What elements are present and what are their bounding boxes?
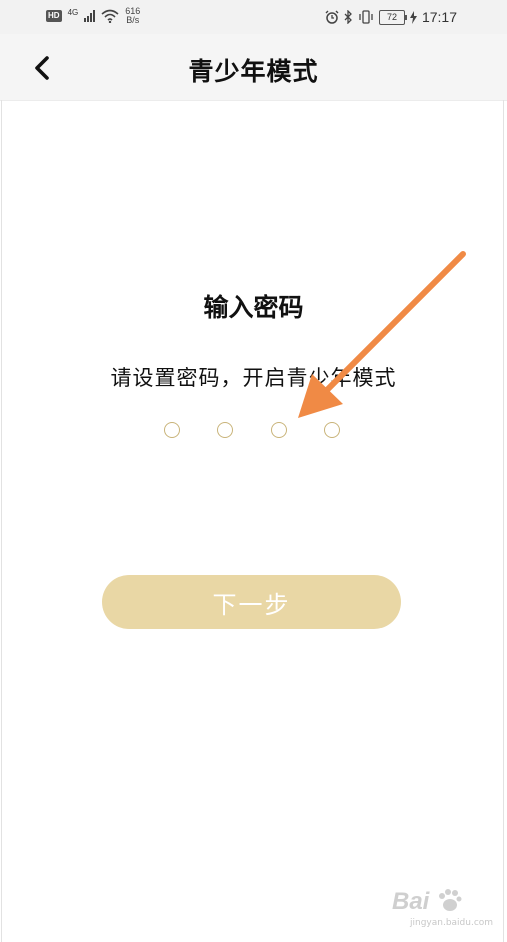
page-border-left	[1, 100, 2, 942]
pin-input[interactable]	[164, 422, 340, 442]
speed-unit: B/s	[126, 15, 140, 25]
bluetooth-icon	[344, 10, 352, 24]
vibrate-icon	[359, 10, 373, 24]
next-step-button[interactable]: 下一步	[102, 575, 401, 629]
watermark: Bai jingyan.baidu.com	[392, 888, 497, 934]
watermark-logo: Bai	[392, 888, 430, 915]
network-type: 4G	[67, 7, 79, 17]
password-subtitle: 请设置密码，开启青少年模式	[110, 366, 397, 390]
paw-icon	[439, 889, 462, 911]
charging-icon	[409, 10, 417, 24]
battery-icon: 72	[378, 9, 407, 25]
page-border-right	[503, 100, 504, 942]
signal-icon	[84, 10, 96, 22]
pin-slot-4[interactable]	[323, 422, 340, 438]
watermark-sub: jingyan.baidu.com	[410, 918, 494, 928]
pin-slot-1[interactable]	[164, 422, 180, 438]
hd-badge: HD	[46, 10, 62, 22]
pin-slot-3[interactable]	[270, 422, 287, 438]
network-speed: 616 B/s	[125, 7, 140, 25]
status-time: 17:17	[421, 9, 457, 25]
alarm-icon	[325, 10, 339, 24]
pin-slot-2[interactable]	[217, 422, 234, 438]
wifi-icon	[101, 9, 119, 23]
status-left: HD 4G 616 B/s	[46, 7, 140, 25]
status-right: 72 17:17	[325, 9, 457, 25]
nav-bar: 青少年模式	[0, 34, 507, 101]
annotation-arrow-icon	[298, 251, 466, 418]
status-bar: HD 4G 616 B/s 72 17:17	[0, 0, 507, 34]
password-heading: 输入密码	[203, 293, 304, 322]
page-title: 青少年模式	[188, 57, 319, 86]
